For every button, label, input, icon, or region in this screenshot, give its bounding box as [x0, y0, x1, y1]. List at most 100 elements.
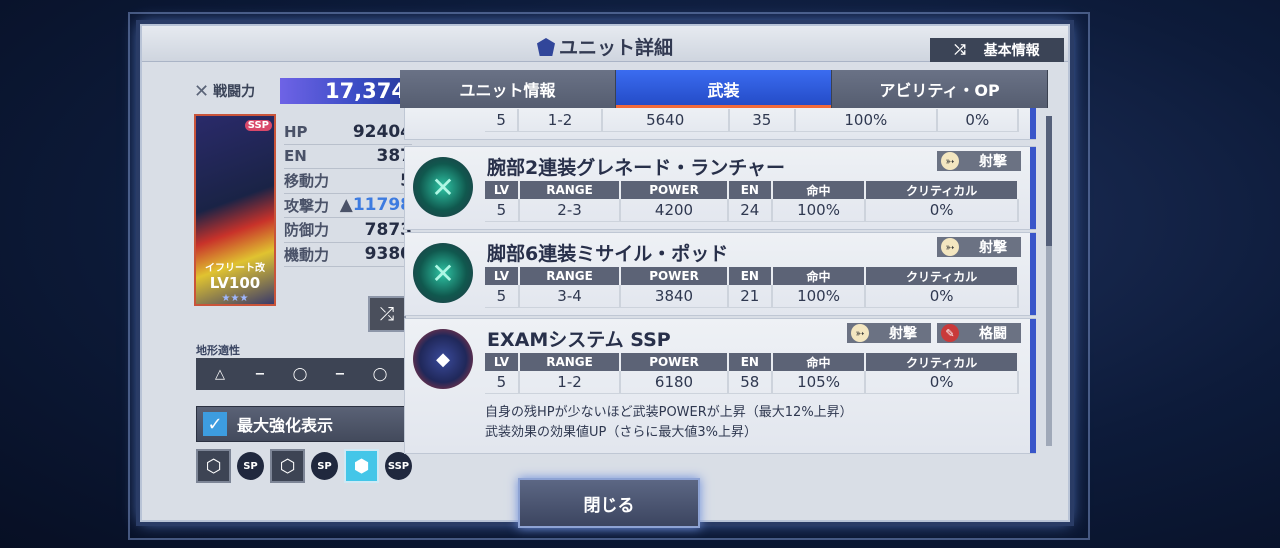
- terrain-water: −: [334, 366, 346, 382]
- table-row: 5 1-2 5640 35 100% 0%: [485, 109, 1020, 132]
- unit-stats: HP92404 EN387 移動力5 攻撃力 ▲11798 防御力7873 機動力…: [284, 120, 412, 267]
- combat-power-label: 戦闘力: [213, 84, 256, 100]
- weapon-description: 自身の残HPが少ないほど武装POWERが上昇（最大12%上昇） 武装効果の効果値…: [485, 403, 853, 443]
- stat-en: EN 387: [284, 145, 412, 169]
- up-arrow-icon: ▲: [339, 195, 353, 216]
- dialog-header: ユニット詳細 ⤮ 基本情報: [142, 26, 1068, 62]
- weapon-types: ➳ 射撃: [937, 151, 1021, 171]
- header-accuracy: 命中: [771, 353, 867, 371]
- cell-lv: 5: [485, 285, 520, 308]
- weapon-stats-table: LV RANGE POWER EN 命中 クリティカル 5 3-4 3840 21 100% 0%: [485, 267, 1019, 308]
- type-shooting-badge: ➳ 射撃: [937, 237, 1021, 257]
- weapon-row-grenade[interactable]: ✕ 腕部2連装グレネード・ランチャー ➳ 射撃 LV RANGE POWER EN 命中ク…: [404, 146, 1036, 230]
- stat-value: ▲11798: [340, 195, 412, 215]
- header-lv: LV: [485, 181, 520, 199]
- weapon-types: ➳ 射撃: [937, 237, 1021, 257]
- cell-lv: 5: [485, 109, 520, 132]
- table-row: 5 3-4 3840 21 100% 0%: [485, 285, 1019, 308]
- checkbox-icon: ✓: [203, 412, 227, 436]
- stat-label: 移動力: [284, 172, 330, 191]
- cell-en: 58: [727, 371, 773, 394]
- cell-critical: 0%: [936, 109, 1020, 132]
- cell-critical: 0%: [865, 199, 1019, 222]
- unit-card[interactable]: SSP イフリート改 LV100 ★★★: [194, 114, 276, 306]
- stat-mobility: 機動力 9380: [284, 243, 412, 267]
- stat-label: HP: [284, 122, 308, 141]
- shuffle-icon: ⤮: [954, 42, 966, 58]
- tier-3-hex-button[interactable]: ⬢: [344, 449, 379, 483]
- weapon-row-partial[interactable]: 5 1-2 5640 35 100% 0%: [404, 108, 1036, 140]
- stat-hp: HP 92404: [284, 120, 412, 145]
- basic-info-button[interactable]: ⤮ 基本情報: [930, 38, 1064, 62]
- detail-tabs: ユニット情報 武装 アビリティ・OP: [400, 70, 1048, 108]
- dialog-title-text: ユニット詳細: [558, 37, 673, 59]
- table-header: LV RANGE POWER EN 命中 クリティカル: [485, 267, 1019, 285]
- row-edge: [1030, 147, 1036, 229]
- description-line-2: 武装効果の効果値UP（さらに最大値3%上昇）: [485, 425, 757, 440]
- type-label: 射撃: [979, 240, 1007, 256]
- stat-label: 防御力: [284, 221, 330, 240]
- unit-detail-dialog: ユニット詳細 ⤮ 基本情報 ✕ 戦闘力 17,374 SSP イフリート改 LV1…: [128, 12, 1090, 540]
- header-critical: クリティカル: [865, 267, 1019, 285]
- tier-3-badge: SSP: [384, 452, 412, 480]
- header-critical: クリティカル: [865, 181, 1019, 199]
- cell-lv: 5: [485, 199, 520, 222]
- header-en: EN: [727, 353, 773, 371]
- stat-label: 攻撃力: [284, 196, 330, 215]
- header-en: EN: [727, 181, 773, 199]
- header-range: RANGE: [518, 181, 622, 199]
- tab-unit-info[interactable]: ユニット情報: [400, 70, 616, 108]
- max-enhance-label: 最大強化表示: [237, 416, 334, 435]
- exam-system-icon: ◆: [413, 329, 473, 389]
- cell-range: 2-3: [518, 199, 622, 222]
- shuffle-icon: ⤮: [379, 303, 395, 325]
- cell-accuracy: 100%: [771, 285, 867, 308]
- unit-summary-panel: ✕ 戦闘力 17,374 SSP イフリート改 LV100 ★★★ HP 9240…: [168, 74, 412, 484]
- cell-accuracy: 100%: [795, 109, 938, 132]
- header-critical: クリティカル: [865, 353, 1019, 371]
- header-lv: LV: [485, 353, 520, 371]
- stat-label: 機動力: [284, 245, 330, 264]
- weapon-stats-table: LV RANGE POWER EN 命中 クリティカル 5 2-3 4200 24 100% 0%: [485, 181, 1019, 222]
- weapon-name: 腕部2連装グレネード・ランチャー: [487, 157, 786, 179]
- cell-lv: 5: [485, 371, 520, 394]
- cell-range: 1-2: [518, 109, 603, 132]
- type-shooting-badge: ➳ 射撃: [847, 323, 931, 343]
- header-power: POWER: [620, 353, 729, 371]
- cell-en: 21: [727, 285, 773, 308]
- tab-ability-op[interactable]: アビリティ・OP: [832, 70, 1048, 108]
- stat-label: EN: [284, 147, 307, 166]
- weapon-row-missile-pod[interactable]: ✕ 脚部6連装ミサイル・ポッド ➳ 射撃 LV RANGE POWER EN 命中 クリティ…: [404, 232, 1036, 316]
- cell-en: 24: [727, 199, 773, 222]
- tab-weapons[interactable]: 武装: [616, 70, 832, 108]
- cell-critical: 0%: [865, 371, 1019, 394]
- terrain-aptitude: △ − ◯ − ◯: [196, 358, 404, 390]
- weapon-types: ➳ 射撃 ✎ 格闘: [847, 323, 1021, 343]
- row-edge: [1030, 233, 1036, 315]
- type-shooting-badge: ➳ 射撃: [937, 151, 1021, 171]
- tier-1-hex-button[interactable]: ⬡: [196, 449, 231, 483]
- combat-power-value: 17,374: [280, 78, 412, 104]
- unit-icon: [536, 38, 555, 56]
- combat-power: ✕ 戦闘力 17,374: [194, 78, 412, 104]
- cell-power: 5640: [601, 109, 730, 132]
- tier-2-hex-button[interactable]: ⬡: [270, 449, 305, 483]
- description-line-1: 自身の残HPが少ないほど武装POWERが上昇（最大12%上昇）: [485, 405, 853, 420]
- close-button[interactable]: 閉じる: [518, 478, 700, 528]
- shooting-icon: ➳: [941, 152, 959, 170]
- cell-power: 6180: [620, 371, 729, 394]
- table-row: 5 2-3 4200 24 100% 0%: [485, 199, 1019, 222]
- max-enhance-toggle[interactable]: ✓ 最大強化表示: [196, 406, 408, 442]
- weapon-list[interactable]: 5 1-2 5640 35 100% 0% ✕ 腕部2連装グレネード・ランチャー ➳ 射撃 …: [404, 108, 1036, 454]
- weapon-name: EXAMシステム SSP: [487, 329, 671, 351]
- stat-move: 移動力5: [284, 169, 412, 194]
- weapon-name: 脚部6連装ミサイル・ポッド: [487, 243, 729, 265]
- tier-1-badge: SP: [236, 452, 264, 480]
- weapon-row-exam-system[interactable]: ◆ EXAMシステム SSP ➳ 射撃 ✎ 格闘 LV RANGE POWER EN 命中ク…: [404, 318, 1036, 454]
- weapon-list-scrollbar[interactable]: [1046, 116, 1052, 446]
- row-edge: [1030, 319, 1036, 453]
- switch-unit-button[interactable]: ⤮: [368, 296, 406, 332]
- table-header: LV RANGE POWER EN 命中 クリティカル: [485, 353, 1019, 371]
- cell-range: 3-4: [518, 285, 622, 308]
- scrollbar-thumb[interactable]: [1046, 116, 1052, 246]
